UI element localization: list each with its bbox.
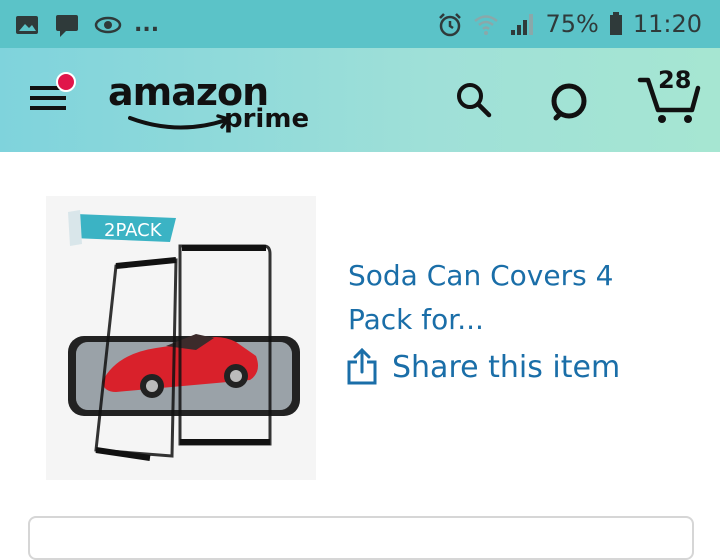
alarm-icon bbox=[437, 12, 463, 37]
amazon-prime-logo[interactable]: amazon prime bbox=[108, 70, 310, 142]
wifi-icon bbox=[473, 12, 499, 36]
smile-arrow-icon bbox=[128, 114, 231, 130]
content-card bbox=[28, 516, 694, 560]
clock: 11:20 bbox=[632, 10, 702, 38]
status-overflow: ... bbox=[134, 12, 160, 37]
signal-icon bbox=[509, 12, 535, 36]
share-button[interactable]: Share this item bbox=[346, 348, 620, 386]
notification-icons: ... bbox=[14, 12, 159, 37]
share-icon bbox=[347, 348, 377, 385]
battery-percent: 75% bbox=[545, 10, 599, 38]
battery-icon bbox=[609, 12, 623, 36]
image-icon bbox=[14, 13, 40, 37]
product-image[interactable]: 2PACK bbox=[46, 196, 316, 480]
system-indicators: 75% 11:20 bbox=[437, 10, 702, 38]
product-title-link[interactable]: Soda Can Covers 4 Pack for... bbox=[348, 254, 678, 342]
chat-icon bbox=[54, 13, 80, 37]
alexa-button[interactable] bbox=[548, 80, 590, 122]
search-icon bbox=[457, 83, 492, 118]
status-bar: ... 75% 11:20 bbox=[0, 0, 720, 48]
cart-button[interactable]: 28 bbox=[636, 66, 702, 126]
pack-badge-text: 2PACK bbox=[104, 220, 163, 241]
cart-count: 28 bbox=[658, 66, 692, 94]
search-button[interactable] bbox=[454, 80, 494, 120]
notification-dot bbox=[56, 72, 76, 92]
alexa-icon bbox=[551, 83, 587, 121]
logo-sub: prime bbox=[224, 104, 310, 134]
eye-icon bbox=[94, 13, 122, 37]
share-label: Share this item bbox=[392, 349, 621, 385]
